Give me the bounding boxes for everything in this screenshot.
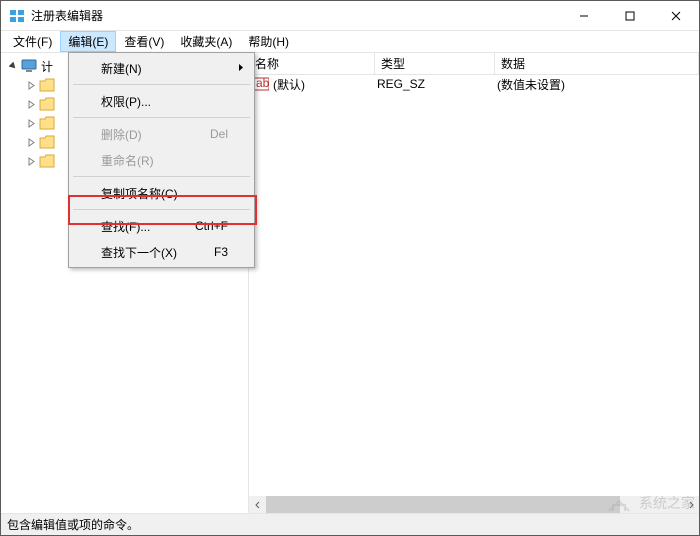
menu-shortcut: Ctrl+F bbox=[195, 219, 228, 233]
expand-icon[interactable] bbox=[25, 100, 37, 109]
menu-item-label: 查找下一个(X) bbox=[101, 244, 177, 261]
menu-edit[interactable]: 编辑(E) bbox=[60, 31, 116, 52]
menu-item-label: 删除(D) bbox=[101, 126, 142, 143]
menu-item-label: 新建(N) bbox=[101, 60, 142, 77]
app-icon bbox=[9, 8, 25, 24]
menu-separator bbox=[73, 117, 250, 118]
folder-icon bbox=[39, 135, 55, 149]
scroll-right-icon[interactable] bbox=[682, 496, 699, 513]
list-row[interactable]: ab (默认) REG_SZ (数值未设置) bbox=[249, 75, 699, 93]
menu-shortcut: F3 bbox=[214, 245, 228, 259]
menu-favorites[interactable]: 收藏夹(A) bbox=[172, 31, 240, 52]
registry-editor-window: 注册表编辑器 文件(F) 编辑(E) 查看(V) 收藏夹(A) 帮助(H) 计 bbox=[0, 0, 700, 536]
menu-separator bbox=[73, 176, 250, 177]
close-button[interactable] bbox=[653, 1, 699, 30]
menu-item-find-next[interactable]: 查找下一个(X) F3 bbox=[71, 239, 252, 265]
titlebar: 注册表编辑器 bbox=[1, 1, 699, 31]
menu-help[interactable]: 帮助(H) bbox=[240, 31, 297, 52]
maximize-button[interactable] bbox=[607, 1, 653, 30]
submenu-arrow-icon bbox=[238, 61, 244, 75]
menu-item-label: 复制项名称(C) bbox=[101, 185, 178, 202]
window-controls bbox=[561, 1, 699, 30]
expand-icon[interactable] bbox=[25, 157, 37, 166]
menu-item-permissions[interactable]: 权限(P)... bbox=[71, 88, 252, 114]
expand-icon[interactable] bbox=[25, 81, 37, 90]
menu-separator bbox=[73, 84, 250, 85]
scroll-thumb[interactable] bbox=[266, 496, 620, 513]
folder-icon bbox=[39, 154, 55, 168]
menu-separator bbox=[73, 209, 250, 210]
menu-item-new[interactable]: 新建(N) bbox=[71, 55, 252, 81]
status-text: 包含编辑值或项的命令。 bbox=[7, 516, 139, 533]
list-body: ab (默认) REG_SZ (数值未设置) bbox=[249, 75, 699, 513]
menu-item-delete: 删除(D) Del bbox=[71, 121, 252, 147]
window-title: 注册表编辑器 bbox=[31, 7, 561, 24]
menu-item-find[interactable]: 查找(F)... Ctrl+F bbox=[71, 213, 252, 239]
status-bar: 包含编辑值或项的命令。 bbox=[1, 513, 699, 535]
scroll-track[interactable] bbox=[266, 496, 682, 513]
menu-item-label: 重命名(R) bbox=[101, 152, 154, 169]
column-header-data[interactable]: 数据 bbox=[495, 53, 699, 74]
list-pane: 名称 类型 数据 ab (默认) REG_SZ (数值未设置) bbox=[249, 53, 699, 513]
column-header-name[interactable]: 名称 bbox=[249, 53, 375, 74]
menu-item-label: 查找(F)... bbox=[101, 218, 150, 235]
expand-icon[interactable] bbox=[25, 138, 37, 147]
minimize-button[interactable] bbox=[561, 1, 607, 30]
string-value-icon: ab bbox=[253, 77, 269, 91]
expand-icon[interactable] bbox=[25, 119, 37, 128]
computer-icon bbox=[21, 59, 37, 73]
svg-text:ab: ab bbox=[256, 77, 269, 90]
cell-name: (默认) bbox=[273, 76, 377, 93]
tree-root-label: 计 bbox=[41, 58, 53, 75]
cell-data: (数值未设置) bbox=[497, 76, 699, 93]
menu-item-label: 权限(P)... bbox=[101, 93, 151, 110]
edit-dropdown-menu: 新建(N) 权限(P)... 删除(D) Del 重命名(R) 复制项名称(C)… bbox=[68, 52, 255, 268]
menubar: 文件(F) 编辑(E) 查看(V) 收藏夹(A) 帮助(H) bbox=[1, 31, 699, 53]
menu-view[interactable]: 查看(V) bbox=[116, 31, 172, 52]
horizontal-scrollbar[interactable] bbox=[249, 496, 699, 513]
folder-icon bbox=[39, 78, 55, 92]
scroll-left-icon[interactable] bbox=[249, 496, 266, 513]
column-header-type[interactable]: 类型 bbox=[375, 53, 495, 74]
menu-file[interactable]: 文件(F) bbox=[5, 31, 60, 52]
folder-icon bbox=[39, 97, 55, 111]
menu-shortcut: Del bbox=[210, 127, 228, 141]
menu-item-copy-key-name[interactable]: 复制项名称(C) bbox=[71, 180, 252, 206]
cell-type: REG_SZ bbox=[377, 77, 497, 91]
folder-icon bbox=[39, 116, 55, 130]
list-header: 名称 类型 数据 bbox=[249, 53, 699, 75]
menu-item-rename: 重命名(R) bbox=[71, 147, 252, 173]
collapse-icon[interactable] bbox=[7, 62, 19, 71]
